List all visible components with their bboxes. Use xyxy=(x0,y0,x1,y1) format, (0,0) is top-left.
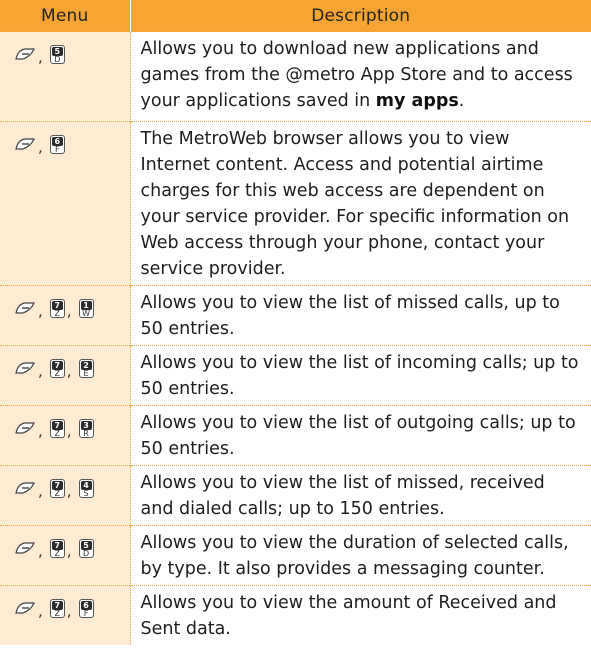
key-separator: , xyxy=(66,541,72,560)
menu-keys-cell: ,7Z,3R xyxy=(0,405,131,466)
key-separator: , xyxy=(66,481,72,500)
left-soft-key-icon xyxy=(15,422,35,434)
menu-description-cell: Allows you to view the duration of selec… xyxy=(130,526,591,586)
left-soft-key-icon xyxy=(15,542,35,554)
key-letter: D xyxy=(54,54,61,64)
key-letter: Z xyxy=(54,608,61,618)
keypad-key-icon: 6F xyxy=(78,598,94,618)
key-sequence: , 5D xyxy=(0,32,130,64)
keypad-key-icon: 6F xyxy=(49,134,65,154)
key-separator: , xyxy=(38,481,43,500)
key-separator: , xyxy=(66,361,72,380)
menu-description-cell: Allows you to view the list of missed, r… xyxy=(130,466,591,526)
keypad-key-icon: 7Z xyxy=(49,418,65,438)
table-row: , 7 Z, 3 R Allows you to view the list of out… xyxy=(0,405,591,466)
keypad-key-icon: 1W xyxy=(78,298,94,318)
key-letter: Z xyxy=(54,308,61,318)
keypad-key-icon: 5D xyxy=(78,538,94,558)
description-text: Allows you to view the list of outgoing … xyxy=(140,413,576,459)
description-emphasis: my apps xyxy=(375,91,459,111)
description-text: Allows you to view the list of incoming … xyxy=(140,353,579,399)
key-separator: , xyxy=(38,47,43,66)
header-menu: Menu xyxy=(0,0,131,32)
key-letter: E xyxy=(83,368,89,378)
description-text: Allows you to view the list of missed, r… xyxy=(140,473,545,519)
table-row: , 6 F The MetroWeb browser allows you to vi… xyxy=(0,121,591,286)
key-letter: S xyxy=(83,488,89,498)
menu-keys-cell: ,7Z,2E xyxy=(0,345,131,406)
keypad-key-icon: 7Z xyxy=(49,598,65,618)
menu-keys-cell: ,7Z,5D xyxy=(0,525,131,586)
left-soft-key-icon xyxy=(15,138,35,150)
menu-keys-cell: ,7Z,1W xyxy=(0,285,131,346)
menu-keys-cell: ,7Z,6F xyxy=(0,585,131,645)
left-soft-key-icon xyxy=(15,602,35,614)
key-separator: , xyxy=(66,301,72,320)
keypad-key-icon: 3R xyxy=(78,418,94,438)
key-letter: R xyxy=(83,428,89,438)
key-separator: , xyxy=(38,301,43,320)
key-sequence: , 6F xyxy=(0,122,130,154)
description-text: Allows you to view the duration of selec… xyxy=(140,533,569,579)
menu-description-cell: Allows you to download new applications … xyxy=(130,32,591,122)
key-separator: , xyxy=(38,137,43,156)
description-text: The MetroWeb browser allows you to view … xyxy=(140,129,570,279)
key-letter: Z xyxy=(54,428,61,438)
key-letter: F xyxy=(83,608,89,618)
keypad-key-icon: 7Z xyxy=(49,478,65,498)
menu-description-cell: Allows you to view the list of missed ca… xyxy=(130,286,591,346)
key-letter: D xyxy=(82,548,90,558)
left-soft-key-icon xyxy=(15,302,35,314)
key-separator: , xyxy=(66,421,72,440)
key-separator: , xyxy=(38,361,43,380)
left-soft-key-icon xyxy=(15,48,35,60)
left-soft-key-icon xyxy=(15,362,35,374)
menu-table: Menu Description , 5 D Allows you to downlo… xyxy=(0,0,591,645)
key-letter: Z xyxy=(54,488,61,498)
table-row: , 7 Z, 6 F Allows you to view the amount of R… xyxy=(0,585,591,646)
menu-description-cell: Allows you to view the list of outgoing … xyxy=(130,406,591,466)
key-sequence: ,7Z,5D xyxy=(0,526,130,558)
table-body: , 5 D Allows you to download new applicatio… xyxy=(0,31,591,646)
key-sequence: ,7Z,6F xyxy=(0,586,130,618)
menu-keys-cell: , 5D xyxy=(0,31,131,122)
description-text: Allows you to view the amount of Receive… xyxy=(140,593,557,639)
description-text: Allows you to download new applications … xyxy=(140,39,573,111)
table-header-row: Menu Description xyxy=(0,0,591,32)
table-row: , 5 D Allows you to download new applicatio… xyxy=(0,31,591,122)
key-sequence: ,7Z,2E xyxy=(0,346,130,378)
key-sequence: ,7Z,1W xyxy=(0,286,130,318)
key-separator: , xyxy=(38,421,43,440)
key-letter: F xyxy=(54,144,60,154)
menu-keys-cell: , 6F xyxy=(0,121,131,286)
key-sequence: ,7Z,3R xyxy=(0,406,130,438)
table-row: , 7 Z, 1 W Allows you to view the list of mis… xyxy=(0,285,591,346)
table-row: , 7 Z, 5 D Allows you to view the duration of… xyxy=(0,525,591,586)
menu-description-cell: The MetroWeb browser allows you to view … xyxy=(130,122,591,286)
left-soft-key-icon xyxy=(15,482,35,494)
header-description: Description xyxy=(130,0,591,32)
menu-description-cell: Allows you to view the amount of Receive… xyxy=(130,586,591,646)
keypad-key-icon: 2E xyxy=(78,358,94,378)
key-separator: , xyxy=(38,541,43,560)
key-letter: Z xyxy=(54,548,61,558)
description-tail: . xyxy=(458,91,465,111)
menu-keys-cell: ,7Z,4S xyxy=(0,465,131,526)
keypad-key-icon: 7Z xyxy=(49,358,65,378)
table-row: , 7 Z, 2 E Allows you to view the list of inc… xyxy=(0,345,591,406)
key-letter: Z xyxy=(54,368,61,378)
keypad-key-icon: 5D xyxy=(49,44,65,64)
table-row: , 7 Z, 4 S Allows you to view the list of mis… xyxy=(0,465,591,526)
keypad-key-icon: 7Z xyxy=(49,538,65,558)
keypad-key-icon: 4S xyxy=(78,478,94,498)
key-letter: W xyxy=(82,308,91,318)
description-text: Allows you to view the list of missed ca… xyxy=(140,293,560,339)
key-separator: , xyxy=(66,601,72,620)
key-sequence: ,7Z,4S xyxy=(0,466,130,498)
key-separator: , xyxy=(38,601,43,620)
keypad-key-icon: 7Z xyxy=(49,298,65,318)
menu-description-cell: Allows you to view the list of incoming … xyxy=(130,346,591,406)
